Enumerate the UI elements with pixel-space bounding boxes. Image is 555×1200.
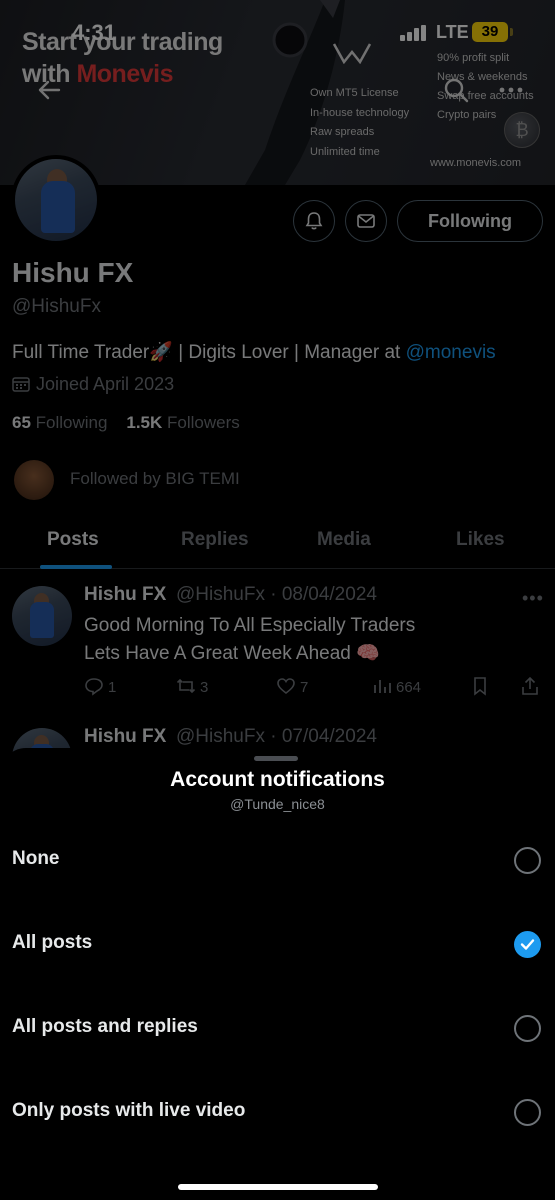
option-label: None [12, 848, 60, 869]
option-all-posts[interactable]: All posts [0, 910, 555, 980]
option-all-posts-and-replies[interactable]: All posts and replies [0, 994, 555, 1064]
option-none[interactable]: None [0, 826, 555, 896]
option-label: All posts [12, 932, 93, 953]
radio-button[interactable] [514, 1015, 541, 1042]
checkmark-icon [520, 939, 535, 950]
sheet-grabber[interactable] [254, 756, 298, 761]
radio-button[interactable] [514, 847, 541, 874]
sheet-subtitle: @Tunde_nice8 [230, 796, 325, 812]
option-label: Only posts with live video [12, 1100, 246, 1121]
radio-button[interactable] [514, 1099, 541, 1126]
home-indicator[interactable] [178, 1184, 378, 1190]
account-notifications-sheet: Account notifications @Tunde_nice8 None … [0, 748, 555, 1200]
option-label: All posts and replies [12, 1016, 198, 1037]
sheet-title: Account notifications [170, 768, 385, 791]
option-live-video[interactable]: Only posts with live video [0, 1078, 555, 1148]
radio-button-checked[interactable] [514, 931, 541, 958]
